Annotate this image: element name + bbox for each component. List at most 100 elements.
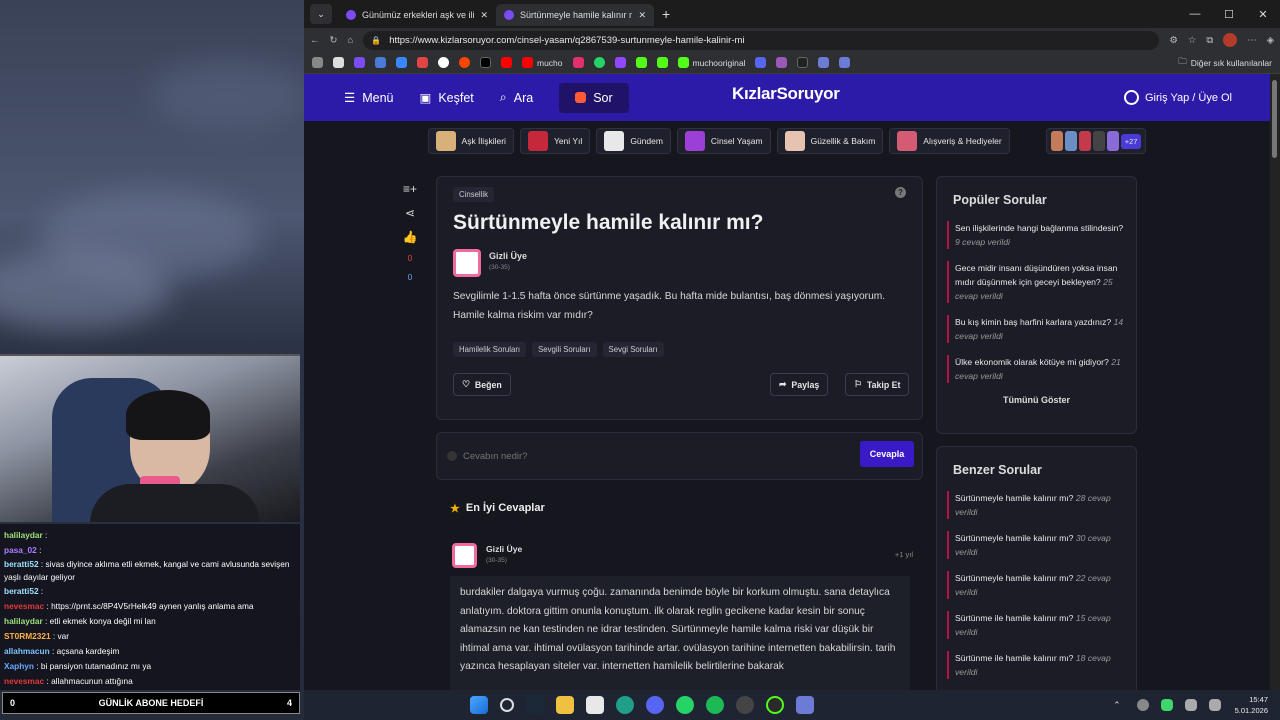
site-logo[interactable]: KızlarSoruyor: [732, 84, 840, 104]
display-icon[interactable]: [1184, 699, 1197, 711]
discover-button[interactable]: ▣ Keşfet: [420, 90, 474, 106]
share-button[interactable]: ➦ Paylaş: [770, 373, 829, 396]
bookmark-icon[interactable]: [333, 57, 344, 68]
instagram-icon[interactable]: [572, 57, 584, 68]
bookmark-icon[interactable]: [375, 57, 386, 68]
gmail-icon[interactable]: [417, 57, 428, 68]
more-icon[interactable]: ⋯: [1247, 35, 1257, 46]
follow-button[interactable]: ⚐ Takip Et: [845, 373, 910, 396]
discord-icon[interactable]: [646, 696, 664, 714]
question-link[interactable]: Sürtünme ile hamile kalınır mı? 15 cevap…: [947, 611, 1126, 639]
clock[interactable]: 15:47 5.01.2026: [1235, 694, 1268, 716]
file-explorer-icon[interactable]: [556, 696, 574, 714]
tray-icon[interactable]: [1136, 699, 1149, 711]
volume-icon[interactable]: [1208, 699, 1221, 711]
copilot-icon[interactable]: ◈: [1267, 35, 1274, 46]
show-all-link[interactable]: Tümünü Göster: [937, 395, 1136, 405]
share-icon[interactable]: ⋖: [405, 206, 415, 220]
category-0[interactable]: Aşk İlişkileri: [427, 128, 514, 154]
bookmark-icon[interactable]: [797, 57, 809, 68]
google-icon[interactable]: [438, 57, 449, 68]
question-category[interactable]: Cinsellik: [453, 187, 495, 202]
add-to-list-icon[interactable]: ≡+: [403, 182, 417, 196]
reload-icon[interactable]: ↻: [330, 35, 338, 46]
new-tab-button[interactable]: +: [662, 6, 670, 22]
spotify-icon[interactable]: [706, 696, 724, 714]
obs-icon[interactable]: [736, 696, 754, 714]
maximize-icon[interactable]: ☐: [1212, 8, 1246, 21]
whatsapp-icon[interactable]: [676, 696, 694, 714]
answer-submit-button[interactable]: Cevapla: [860, 441, 914, 467]
start-icon[interactable]: [470, 696, 488, 714]
like-button[interactable]: ♡ Beğen: [453, 373, 511, 396]
question-link[interactable]: Sürtünmeyle hamile kalınır mı? 30 cevap …: [947, 531, 1126, 559]
bookmark-icon[interactable]: [818, 57, 830, 68]
question-tag[interactable]: Sevgi Soruları: [602, 342, 664, 357]
edge-icon[interactable]: [616, 696, 634, 714]
close-icon[interactable]: ✕: [638, 10, 646, 21]
bookmark-icon[interactable]: [396, 57, 407, 68]
search-icon[interactable]: [500, 698, 514, 712]
close-icon[interactable]: ✕: [480, 10, 488, 21]
youtube-icon[interactable]: [501, 57, 512, 68]
question-user[interactable]: Gizli Üye: [489, 251, 527, 261]
kick-icon[interactable]: [656, 57, 668, 68]
tab-list-icon[interactable]: ⌄: [310, 4, 332, 24]
category-3[interactable]: Cinsel Yaşam: [676, 128, 771, 154]
thumbs-up-icon[interactable]: 👍: [403, 230, 418, 244]
answer-input[interactable]: [463, 445, 853, 467]
bookmark-icon[interactable]: [354, 57, 365, 68]
x-icon[interactable]: [480, 57, 491, 68]
bookmark-icon[interactable]: [839, 57, 851, 68]
bookmark-icon[interactable]: [755, 57, 767, 68]
question-link[interactable]: Sürtünme ile hamile kalınır mı? 18 cevap…: [947, 651, 1126, 679]
bookmark-icon[interactable]: [776, 57, 788, 68]
bookmark-mucho[interactable]: mucho: [522, 57, 563, 68]
bookmark-muchooriginal[interactable]: muchooriginal: [677, 57, 745, 68]
scrollbar-thumb[interactable]: [1272, 80, 1277, 158]
window-close-icon[interactable]: ✕: [1246, 8, 1280, 21]
tab-1[interactable]: Günümüz erkekleri aşk ve ilişki kon ✕: [338, 4, 496, 26]
scrollbar[interactable]: [1270, 74, 1280, 690]
back-icon[interactable]: ←: [310, 35, 320, 46]
url-field[interactable]: 🔒 https://www.kizlarsoruyor.com/cinsel-y…: [363, 30, 1160, 50]
extensions-icon[interactable]: ⚙: [1169, 35, 1178, 46]
app-icon[interactable]: [796, 696, 814, 714]
tab-2[interactable]: Sürtünmeyle hamile kalınır mı? - K ✕: [496, 4, 654, 26]
more-categories[interactable]: +27: [1045, 128, 1147, 154]
ask-button[interactable]: Sor: [559, 82, 629, 113]
tray-chevron-icon[interactable]: ⌃: [1113, 700, 1121, 711]
search-button[interactable]: ⌕ Ara: [500, 90, 533, 105]
question-link[interactable]: Sen ilişkilerinde hangi bağlanma stilind…: [947, 221, 1126, 249]
category-2[interactable]: Gündem: [596, 128, 671, 154]
question-link[interactable]: Bu kış kimin baş harfini karlara yazdını…: [947, 315, 1126, 343]
question-tag[interactable]: Hamilelik Soruları: [453, 342, 527, 357]
login-button[interactable]: Giriş Yap / Üye Ol: [1123, 90, 1232, 105]
twitch-icon[interactable]: [614, 57, 626, 68]
home-icon[interactable]: ⌂: [347, 35, 353, 46]
other-favorites[interactable]: 🗀 Diğer sık kullanılanlar: [1178, 56, 1272, 70]
help-icon[interactable]: ?: [895, 187, 906, 198]
steam-icon[interactable]: [526, 696, 544, 714]
category-4[interactable]: Güzellik & Bakım: [776, 128, 884, 154]
mic-icon[interactable]: [1160, 699, 1173, 711]
minimize-icon[interactable]: —: [1178, 8, 1212, 20]
profile-icon[interactable]: [1223, 33, 1238, 47]
category-1[interactable]: Yeni Yıl: [519, 128, 591, 154]
answer-user[interactable]: Gizli Üye: [486, 544, 522, 554]
category-5[interactable]: Alışveriş & Hediyeler: [889, 128, 1010, 154]
kick-icon[interactable]: [635, 57, 647, 68]
whatsapp-icon[interactable]: [593, 57, 605, 68]
store-icon[interactable]: [586, 696, 604, 714]
collections-icon[interactable]: ⧉: [1206, 35, 1213, 46]
favorites-icon[interactable]: ☆: [1188, 35, 1197, 46]
reddit-icon[interactable]: [459, 57, 470, 68]
question-link[interactable]: Sürtünmeyle hamile kalınır mı? 22 cevap …: [947, 571, 1126, 599]
question-link[interactable]: Sürtünmeyle hamile kalınır mı? 28 cevap …: [947, 491, 1126, 519]
question-link[interactable]: Ülke ekonomik olarak kötüye mi gidiyor? …: [947, 355, 1126, 383]
app-icon[interactable]: [766, 696, 784, 714]
question-tag[interactable]: Sevgili Soruları: [532, 342, 597, 357]
bookmark-icon[interactable]: [312, 57, 323, 68]
question-link[interactable]: Gece midir insanı düşündüren yoksa insan…: [947, 261, 1126, 303]
menu-button[interactable]: ☰ Menü: [344, 90, 394, 106]
